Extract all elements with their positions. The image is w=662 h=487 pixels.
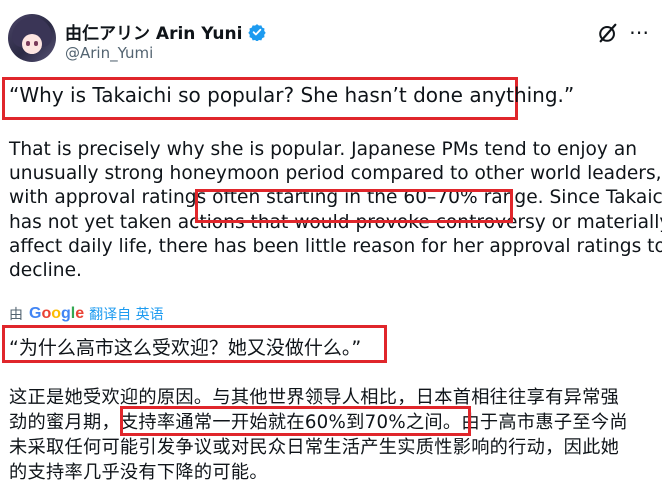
body-en-line-2: unusually strong honeymoon period compar… (9, 163, 662, 185)
highlight-box-range-zh (120, 406, 471, 436)
avatar-face (22, 34, 42, 54)
translated-from-link[interactable]: 翻译自 英语 (89, 304, 163, 324)
body-en-line-6: decline. (9, 260, 82, 282)
body-zh-line-2-after: 由于高市惠子至今尚 (461, 412, 628, 433)
body-zh-line-2-before: 劲的蜜月期， (9, 412, 120, 433)
quoted-question-en: “Why is Takaichi so popular? She hasn’t … (9, 83, 575, 107)
body-zh-line-3: 未采取任何可能引发争议或对民众日常生活产生实质性影响的行动，因此她 (9, 437, 620, 458)
highlight-box-range-en (195, 189, 513, 223)
body-zh-line-4: 的支持率几乎没有下降的可能。 (9, 462, 268, 483)
quoted-question-zh: “为什么高市这么受欢迎？她又没做什么。” (9, 337, 362, 359)
avatar-eye-right (34, 41, 38, 46)
translated-by-label: 由 (9, 307, 23, 323)
author-display-name[interactable]: 由仁アリン Arin Yuni (65, 19, 242, 44)
author-name-row[interactable]: 由仁アリン Arin Yuni (65, 19, 267, 44)
grok-icon[interactable] (597, 22, 619, 44)
more-icon[interactable]: ⋯ (629, 22, 651, 42)
body-en-line-1: That is precisely why she is popular. Ja… (9, 139, 638, 160)
body-en-line-3-after: Since Takaichi (549, 187, 662, 209)
avatar-eye-left (26, 41, 30, 46)
avatar[interactable] (8, 14, 56, 62)
body-en-line-3-before: with approval ratings (9, 187, 213, 209)
verified-badge-icon (248, 23, 267, 41)
translated-by-row: 由 Google 翻译自 英语 (9, 304, 164, 324)
author-handle[interactable]: @Arin_Yumi (65, 44, 153, 62)
google-logo: Google (29, 305, 85, 322)
body-en-line-5: affect daily life, there has been little… (9, 235, 662, 257)
